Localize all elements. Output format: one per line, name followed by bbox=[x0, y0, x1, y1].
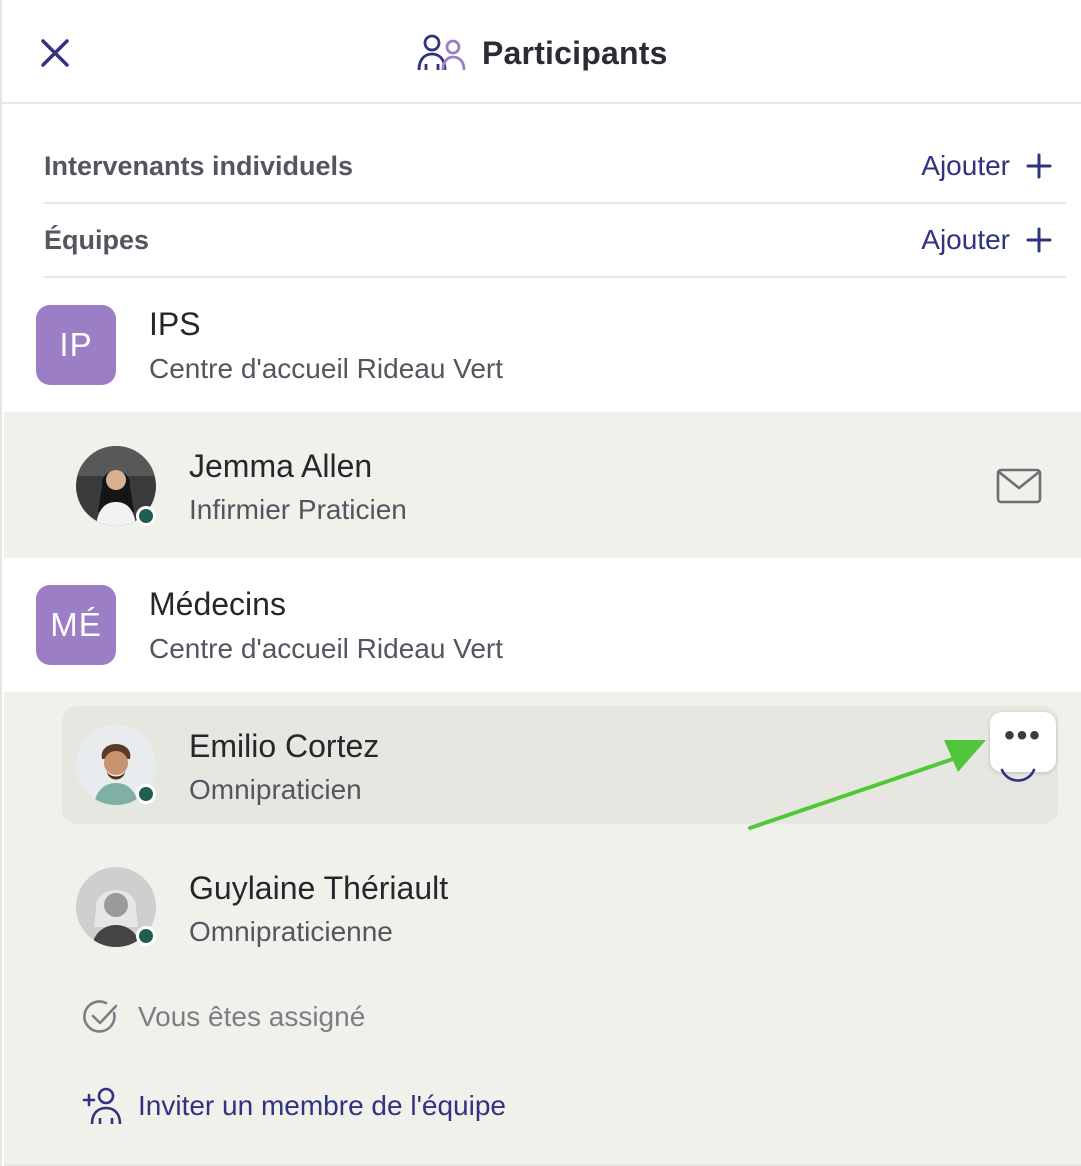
add-team-label: Ajouter bbox=[921, 224, 1010, 255]
participants-panel: Participants Intervenants individuels Aj… bbox=[0, 0, 1081, 1166]
team-avatar: IP bbox=[36, 305, 116, 385]
more-options-button[interactable]: ••• bbox=[990, 712, 1056, 772]
check-circle-icon bbox=[83, 1000, 118, 1033]
assigned-label: Vous êtes assigné bbox=[138, 1001, 366, 1032]
member-name: Guylaine Thériault bbox=[189, 870, 449, 906]
panel-title: Participants bbox=[482, 34, 668, 71]
member-name: Jemma Allen bbox=[189, 448, 373, 484]
teams-label: Équipes bbox=[44, 224, 150, 255]
online-status-dot bbox=[136, 784, 156, 804]
mail-icon[interactable] bbox=[996, 468, 1042, 504]
assigned-status: Vous êtes assigné bbox=[82, 998, 365, 1036]
more-icon: ••• bbox=[1004, 719, 1042, 752]
teams-section: Équipes Ajouter bbox=[44, 204, 1066, 278]
member-row-jemma-allen[interactable]: Jemma Allen Infirmier Praticien bbox=[4, 426, 1081, 544]
close-button[interactable] bbox=[32, 30, 78, 76]
individuals-section: Intervenants individuels Ajouter bbox=[44, 130, 1066, 204]
add-team-button[interactable]: Ajouter bbox=[921, 224, 1066, 256]
team-organization: Centre d'accueil Rideau Vert bbox=[149, 353, 503, 384]
team-organization: Centre d'accueil Rideau Vert bbox=[149, 633, 503, 664]
member-role: Infirmier Praticien bbox=[189, 494, 407, 525]
partial-icon bbox=[1000, 768, 1036, 782]
participants-icon bbox=[417, 34, 466, 71]
team-name: IPS bbox=[149, 306, 201, 342]
individuals-label: Intervenants individuels bbox=[44, 150, 354, 181]
member-name: Emilio Cortez bbox=[189, 728, 380, 764]
add-individual-button[interactable]: Ajouter bbox=[921, 150, 1066, 182]
team-name: Médecins bbox=[149, 586, 286, 622]
invite-team-member-button[interactable]: Inviter un membre de l'équipe bbox=[82, 1086, 506, 1126]
online-status-dot bbox=[136, 926, 156, 946]
team-members-ips: Jemma Allen Infirmier Praticien bbox=[4, 412, 1081, 558]
panel-header: Participants bbox=[2, 0, 1081, 104]
team-row-medecins[interactable]: MÉ Médecins Centre d'accueil Rideau Vert bbox=[4, 558, 1081, 692]
online-status-dot bbox=[136, 506, 156, 526]
add-individual-label: Ajouter bbox=[921, 150, 1010, 181]
plus-icon bbox=[1026, 153, 1052, 179]
member-row-emilio-cortez[interactable]: Emilio Cortez Omnipraticien bbox=[62, 706, 1058, 824]
invite-label: Inviter un membre de l'équipe bbox=[138, 1090, 506, 1121]
panel-title-group: Participants bbox=[416, 30, 668, 76]
member-row-guylaine-theriault[interactable]: Guylaine Thériault Omnipraticienne bbox=[4, 848, 1081, 966]
team-avatar: MÉ bbox=[36, 585, 116, 665]
add-user-icon bbox=[82, 1087, 122, 1125]
member-role: Omnipraticien bbox=[189, 774, 362, 805]
team-row-ips[interactable]: IP IPS Centre d'accueil Rideau Vert bbox=[4, 280, 1081, 412]
close-icon[interactable] bbox=[32, 30, 78, 76]
plus-icon bbox=[1026, 227, 1052, 253]
member-role: Omnipraticienne bbox=[189, 916, 393, 947]
